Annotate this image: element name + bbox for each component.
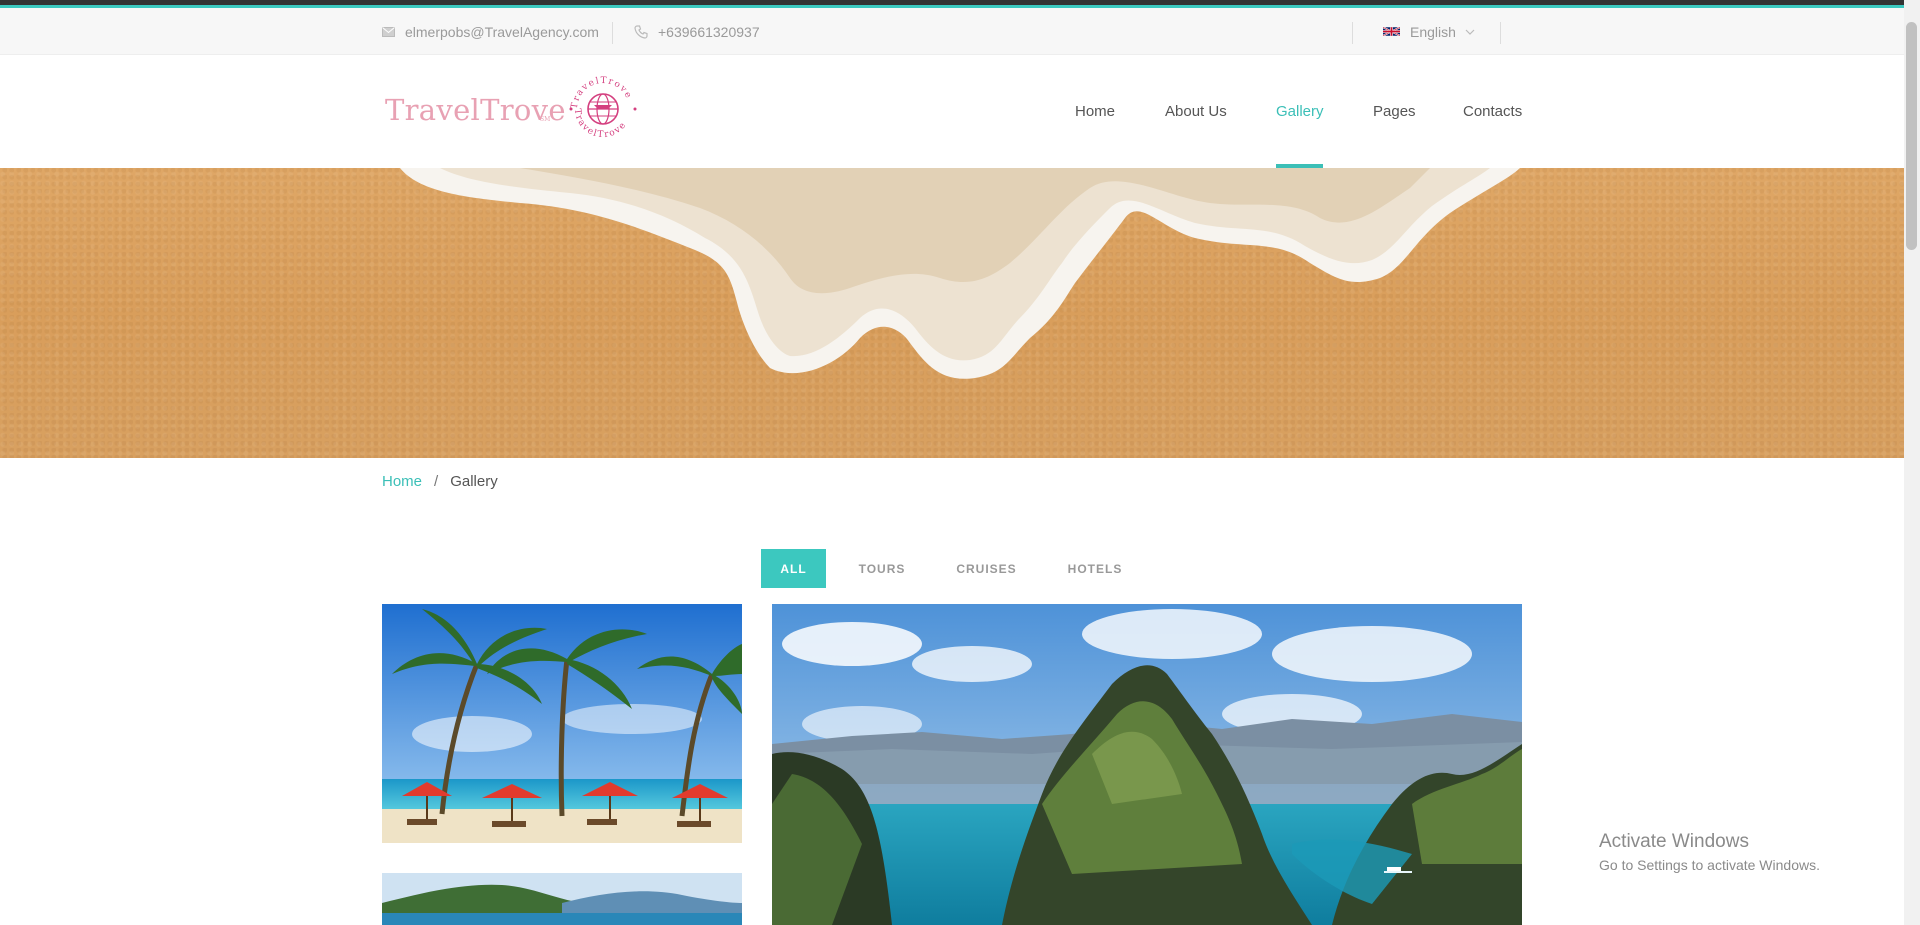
divider (1352, 22, 1353, 44)
email-text: elmerpobs@TravelAgency.com (405, 23, 599, 40)
uk-flag-icon (1383, 26, 1400, 37)
phone-icon (634, 24, 648, 39)
logo-sm-mark: SM (540, 116, 551, 123)
hero-banner-image (0, 168, 1904, 458)
nav-home[interactable]: Home (1075, 55, 1115, 168)
windows-activation-watermark: Activate Windows Go to Settings to activ… (1599, 831, 1820, 873)
gallery-photo-island[interactable] (382, 873, 742, 925)
envelope-icon (382, 26, 395, 37)
watermark-title: Activate Windows (1599, 831, 1749, 852)
gallery-photo-palm-beach[interactable] (382, 604, 742, 843)
phone-contact[interactable]: +639661320937 (634, 8, 760, 55)
email-contact[interactable]: elmerpobs@TravelAgency.com (382, 8, 599, 55)
nav-about-us[interactable]: About Us (1165, 55, 1227, 168)
language-label: English (1410, 23, 1456, 40)
scrollbar-thumb[interactable] (1906, 22, 1917, 250)
breadcrumb-current: Gallery (450, 473, 498, 490)
filter-cruises[interactable]: CRUISES (944, 549, 1029, 588)
gallery-photo-lagoon[interactable] (772, 604, 1522, 925)
nav-contacts[interactable]: Contacts (1463, 55, 1522, 168)
divider (612, 22, 613, 44)
globe-seal-logo[interactable]: TravelTrove TravelTrove (563, 69, 643, 149)
filter-hotels[interactable]: HOTELS (1054, 549, 1136, 588)
nav-pages[interactable]: Pages (1373, 55, 1416, 168)
breadcrumb-home-link[interactable]: Home (382, 473, 422, 490)
divider (1500, 22, 1501, 44)
chevron-down-icon (1465, 29, 1475, 35)
nav-gallery[interactable]: Gallery (1276, 55, 1324, 168)
filter-all[interactable]: ALL (761, 549, 826, 588)
breadcrumb-separator: / (434, 473, 439, 490)
top-accent-bar (0, 0, 1904, 8)
phone-text: +639661320937 (658, 23, 760, 40)
language-selector[interactable]: English (1383, 8, 1485, 55)
site-header: TravelTrove SM TravelTrove TravelTrove H… (0, 55, 1904, 168)
filter-tours[interactable]: TOURS (842, 549, 922, 588)
watermark-subtitle: Go to Settings to activate Windows. (1599, 857, 1820, 873)
breadcrumb: Home / Gallery (382, 473, 498, 490)
top-info-bar: elmerpobs@TravelAgency.com +639661320937… (0, 8, 1904, 55)
seal-text-top: TravelTrove (570, 76, 632, 110)
svg-text:TravelTrove: TravelTrove (570, 76, 634, 110)
logo-text[interactable]: TravelTrove (385, 93, 566, 127)
